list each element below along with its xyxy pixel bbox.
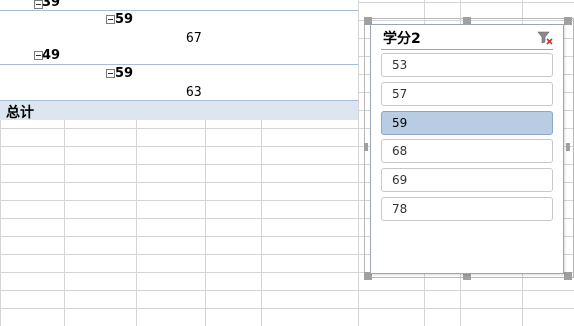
pivot-value: 63 <box>186 85 202 100</box>
column-divider <box>358 0 359 326</box>
grand-total-label: 总计 <box>6 105 34 121</box>
pivot-row-label: 49 <box>42 48 61 63</box>
pivot-separator <box>0 10 358 11</box>
pivot-row-label: 39 <box>42 0 61 10</box>
grand-total-row: 总计 <box>0 100 358 121</box>
slicer-item[interactable]: 57 <box>381 81 553 106</box>
resize-handle[interactable] <box>564 17 572 25</box>
collapse-icon[interactable] <box>106 15 115 24</box>
slicer-title: 学分2 <box>383 31 421 47</box>
slicer-item-list: 53 57 59 68 69 78 <box>381 53 553 226</box>
slicer-item[interactable]: 78 <box>381 196 553 221</box>
slicer-header: 学分2 <box>381 27 553 50</box>
collapse-icon[interactable] <box>106 69 115 78</box>
resize-handle[interactable] <box>564 272 572 280</box>
pivot-value: 67 <box>186 31 202 46</box>
clear-filter-icon[interactable] <box>537 30 553 46</box>
pivot-row-label: 59 <box>115 66 134 81</box>
slicer-item[interactable]: 53 <box>381 53 553 77</box>
pivot-separator <box>0 64 358 65</box>
slicer-item[interactable]: 68 <box>381 139 553 164</box>
slicer-item[interactable]: 59 <box>381 110 553 135</box>
pivot-row-label: 59 <box>115 12 134 27</box>
resize-handle[interactable] <box>364 143 368 151</box>
slicer-item[interactable]: 69 <box>381 168 553 193</box>
slicer-panel[interactable]: 学分2 53 57 59 68 69 78 <box>370 24 564 274</box>
resize-handle[interactable] <box>566 143 570 151</box>
